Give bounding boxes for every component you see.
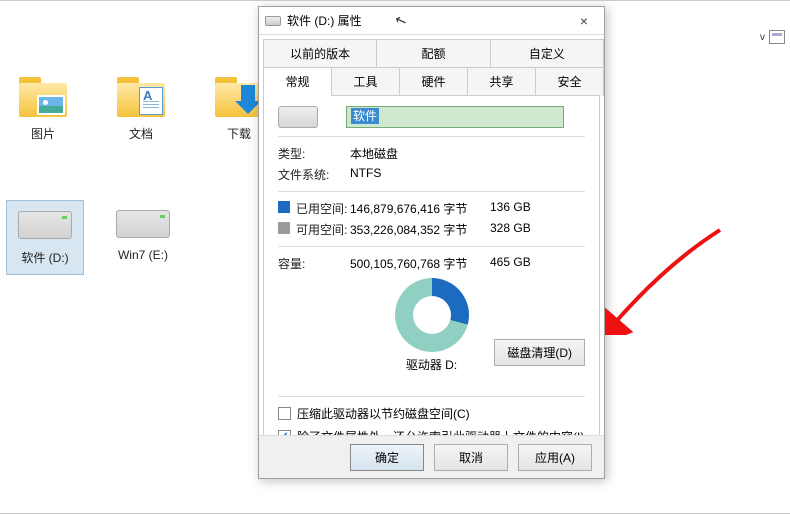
divider [278, 246, 585, 247]
explorer-view-toolbar: v [760, 30, 785, 44]
row-type: 类型: 本地磁盘 [278, 145, 585, 162]
free-bytes: 353,226,084,352 字节 [350, 221, 490, 238]
used-label: 已用空间: [296, 202, 347, 216]
divider [278, 191, 585, 192]
checkbox-icon[interactable] [278, 407, 291, 420]
folder-label: 文档 [106, 125, 176, 142]
used-human: 136 GB [490, 200, 550, 217]
divider [278, 136, 585, 137]
folder-pictures[interactable]: 图片 [8, 75, 78, 142]
tabs-row-bottom: 常规 工具 硬件 共享 安全 [259, 67, 604, 96]
dialog-titlebar[interactable]: 软件 (D:) 属性 × [259, 7, 604, 35]
tab-quota[interactable]: 配额 [376, 39, 490, 67]
row-filesystem: 文件系统: NTFS [278, 166, 585, 183]
tab-previous-versions[interactable]: 以前的版本 [263, 39, 377, 67]
filesystem-value: NTFS [350, 166, 490, 183]
window-border-top [0, 0, 790, 1]
tab-general[interactable]: 常规 [263, 67, 332, 96]
folder-icon [113, 75, 169, 117]
compress-checkbox-row[interactable]: 压缩此驱动器以节约磁盘空间(C) [278, 405, 585, 422]
disk-icon [265, 16, 281, 26]
drive-icon [18, 211, 72, 239]
drive-item-d[interactable]: 软件 (D:) [6, 200, 84, 275]
compress-label: 压缩此驱动器以节约磁盘空间(C) [297, 405, 470, 422]
capacity-label: 容量: [278, 255, 350, 272]
filesystem-label: 文件系统: [278, 166, 350, 183]
row-free: 可用空间: 353,226,084,352 字节 328 GB [278, 221, 585, 238]
tab-customize[interactable]: 自定义 [490, 39, 604, 67]
capacity-human: 465 GB [490, 255, 550, 272]
properties-dialog: 软件 (D:) 属性 × 以前的版本 配额 自定义 常规 工具 硬件 共享 安全… [258, 6, 605, 479]
tab-hardware[interactable]: 硬件 [399, 67, 468, 96]
dialog-button-bar: 确定 取消 应用(A) [259, 435, 604, 478]
type-label: 类型: [278, 145, 350, 162]
apply-button[interactable]: 应用(A) [518, 444, 592, 471]
view-layout-icon[interactable] [769, 30, 785, 44]
usage-pie-chart [395, 278, 469, 352]
drive-icon [116, 210, 170, 238]
free-label: 可用空间: [296, 223, 347, 237]
drive-item-e[interactable]: Win7 (E:) [104, 200, 182, 275]
drive-label: 软件 (D:) [7, 249, 83, 266]
chevron-down-icon[interactable]: v [760, 32, 765, 43]
tab-security[interactable]: 安全 [535, 67, 604, 96]
cancel-button[interactable]: 取消 [434, 444, 508, 471]
close-icon[interactable]: × [570, 13, 598, 29]
disk-cleanup-button[interactable]: 磁盘清理(D) [494, 339, 585, 366]
row-used: 已用空间: 146,879,676,416 字节 136 GB [278, 200, 585, 217]
tab-sharing[interactable]: 共享 [467, 67, 536, 96]
dialog-title: 软件 (D:) 属性 [287, 12, 570, 29]
document-overlay-icon [139, 87, 163, 115]
picture-overlay-icon [37, 95, 65, 115]
divider [278, 396, 585, 397]
drive-grid: 软件 (D:) Win7 (E:) [0, 200, 182, 275]
free-human: 328 GB [490, 221, 550, 238]
ok-button[interactable]: 确定 [350, 444, 424, 471]
capacity-bytes: 500,105,760,768 字节 [350, 255, 490, 272]
used-color-swatch [278, 201, 290, 213]
tab-panel-general: 软件 类型: 本地磁盘 文件系统: NTFS 已用空间: 146,879,676… [263, 95, 600, 457]
tab-tools[interactable]: 工具 [331, 67, 400, 96]
used-bytes: 146,879,676,416 字节 [350, 200, 490, 217]
folder-icon [15, 75, 71, 117]
folder-documents[interactable]: 文档 [106, 75, 176, 142]
row-capacity: 容量: 500,105,760,768 字节 465 GB [278, 255, 585, 272]
free-color-swatch [278, 222, 290, 234]
volume-name-input[interactable]: 软件 [346, 106, 564, 128]
folder-label: 图片 [8, 125, 78, 142]
disk-large-icon [278, 106, 318, 128]
tabs-row-top: 以前的版本 配额 自定义 [259, 35, 604, 67]
folder-grid: 图片 文档 下载 [0, 75, 274, 142]
drive-label: Win7 (E:) [104, 248, 182, 262]
type-value: 本地磁盘 [350, 145, 490, 162]
